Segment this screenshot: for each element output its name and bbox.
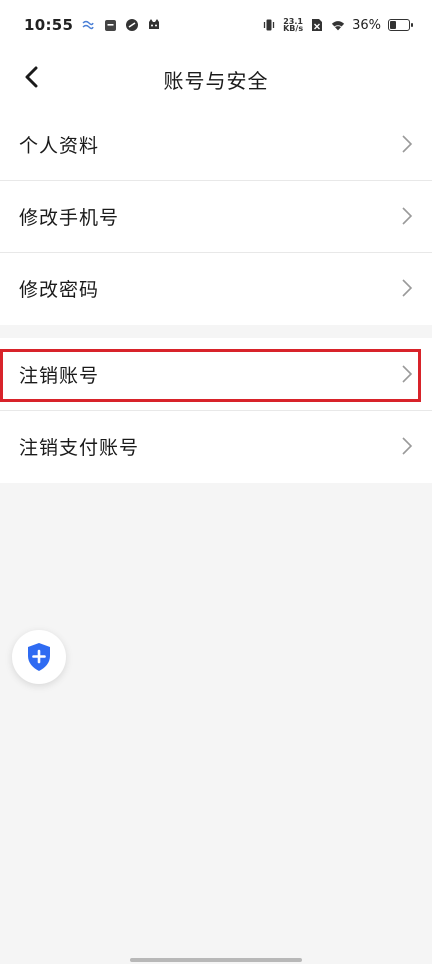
link-icon <box>125 18 139 32</box>
chevron-right-icon <box>400 364 414 384</box>
battery-icon <box>388 19 413 31</box>
settings-group-profile: 个人资料 修改手机号 修改密码 <box>0 108 432 325</box>
security-shield-button[interactable] <box>12 630 66 684</box>
network-speed: 23.1 KB/s <box>283 18 304 33</box>
network-speed-unit: KB/s <box>283 24 304 33</box>
status-bar: 10:55 23.1 KB/s 36% <box>0 0 432 50</box>
shield-plus-icon <box>28 643 50 671</box>
row-label: 注销账号 <box>19 364 100 387</box>
row-cancel-account[interactable]: 注销账号 <box>0 338 432 410</box>
home-indicator[interactable] <box>130 958 302 962</box>
chevron-right-icon <box>400 436 414 456</box>
status-bar-left: 10:55 <box>24 16 161 34</box>
app-notification-icon <box>103 18 117 32</box>
row-change-phone[interactable]: 修改手机号 <box>0 180 432 252</box>
chevron-right-icon <box>400 134 414 154</box>
page-title: 账号与安全 <box>163 68 269 93</box>
account-security-screen: 10:55 23.1 KB/s 36% 账号与安全 个人资料 修改手机号 修改密… <box>0 0 432 964</box>
row-label: 修改密码 <box>19 278 100 301</box>
row-label: 个人资料 <box>19 134 100 157</box>
settings-group-cancel: 注销账号 注销支付账号 <box>0 338 432 483</box>
status-bar-right: 23.1 KB/s 36% <box>262 17 413 33</box>
chevron-right-icon <box>400 278 414 298</box>
row-label: 修改手机号 <box>19 206 120 229</box>
vibrate-icon <box>262 18 276 32</box>
page-header: 账号与安全 <box>0 50 432 108</box>
sim-off-icon <box>310 18 324 32</box>
chevron-left-icon <box>25 66 38 88</box>
battery-percent: 36% <box>352 17 381 33</box>
back-button[interactable] <box>14 59 50 95</box>
row-change-password[interactable]: 修改密码 <box>0 252 432 324</box>
signal-wave-icon <box>81 18 95 32</box>
status-time: 10:55 <box>24 16 74 34</box>
cat-app-icon <box>147 18 161 32</box>
row-personal-profile[interactable]: 个人资料 <box>0 108 432 180</box>
battery-fill <box>390 21 396 29</box>
row-cancel-payment-account[interactable]: 注销支付账号 <box>0 410 432 482</box>
chevron-right-icon <box>400 206 414 226</box>
wifi-icon <box>331 18 345 32</box>
row-label: 注销支付账号 <box>19 436 140 459</box>
